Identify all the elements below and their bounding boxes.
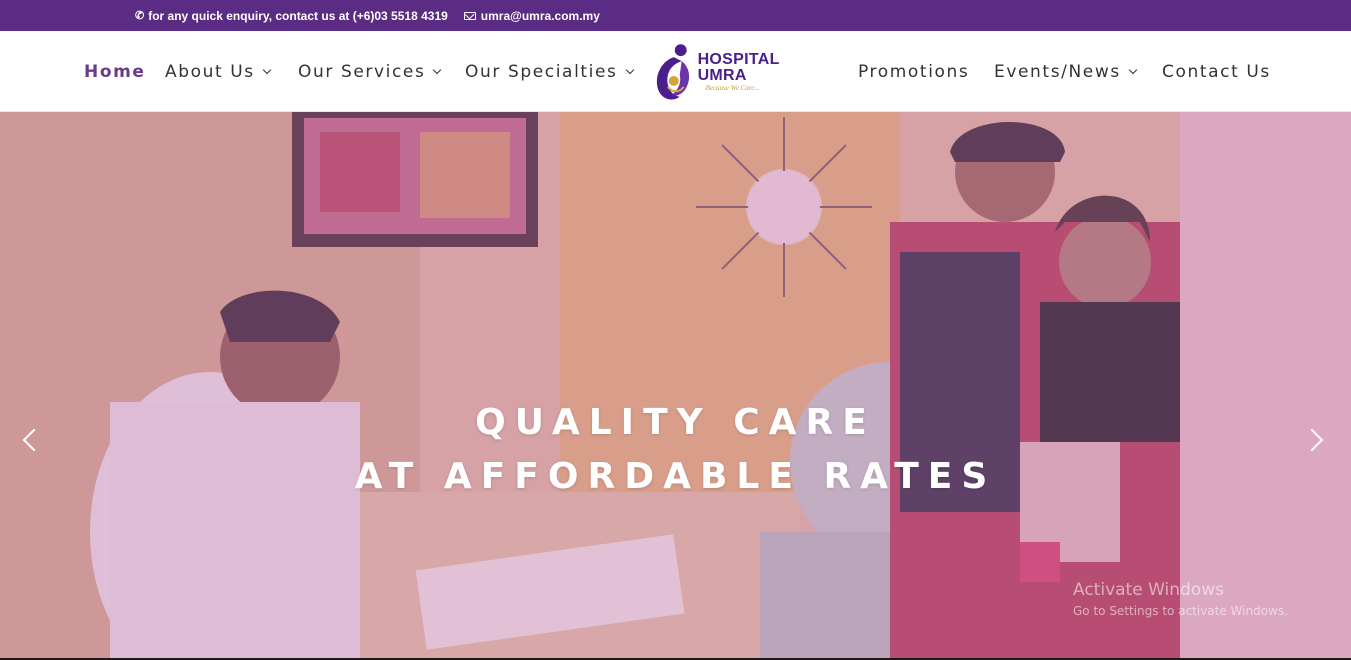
- watermark-line-2: Go to Settings to activate Windows.: [1073, 604, 1288, 618]
- nav-home[interactable]: Home: [84, 31, 146, 112]
- logo-title: HOSPITAL UMRA: [697, 51, 780, 84]
- nav-about-us[interactable]: About Us: [165, 31, 272, 112]
- envelope-icon: [463, 11, 476, 20]
- logo-tagline: Because We Care...: [705, 84, 760, 92]
- phone-text: for any quick enquiry, contact us at (+6…: [148, 8, 448, 23]
- nav-specialties-label: Our Specialties: [465, 61, 618, 82]
- windows-activation-watermark: Activate Windows Go to Settings to activ…: [1073, 580, 1288, 618]
- nav-events-news[interactable]: Events/News: [994, 31, 1138, 112]
- chevron-down-icon: [1128, 65, 1138, 74]
- chevron-down-icon: [262, 65, 272, 74]
- slider-next-arrow-icon[interactable]: [1300, 428, 1324, 452]
- phone-contact[interactable]: ✆ for any quick enquiry, contact us at (…: [135, 9, 448, 23]
- slider-prev-arrow-icon[interactable]: [22, 428, 46, 452]
- chevron-down-icon: [625, 65, 634, 74]
- email-contact[interactable]: umra@umra.com.my: [463, 8, 600, 23]
- main-header: Home About Us Our Services Our Specialti…: [0, 31, 1351, 112]
- chevron-down-icon: [433, 65, 442, 74]
- phone-icon: ✆: [135, 10, 145, 22]
- hero-color-overlay: [0, 112, 1351, 658]
- top-contact-bar: ✆ for any quick enquiry, contact us at (…: [0, 0, 1351, 31]
- watermark-line-1: Activate Windows: [1073, 580, 1224, 600]
- nav-promotions[interactable]: Promotions: [858, 31, 969, 112]
- mother-child-logo-icon: [656, 44, 690, 100]
- nav-our-specialties[interactable]: Our Specialties: [465, 31, 634, 112]
- hero-slider: QUALITY CARE AT AFFORDABLE RATES Activat…: [0, 112, 1351, 658]
- nav-home-label: Home: [84, 61, 146, 82]
- nav-about-label: About Us: [165, 61, 255, 82]
- nav-our-services[interactable]: Our Services: [298, 31, 442, 112]
- hero-heading-line-1: QUALITY CARE: [475, 402, 876, 443]
- nav-services-label: Our Services: [298, 61, 426, 82]
- nav-promotions-label: Promotions: [858, 61, 970, 82]
- hospital-logo[interactable]: HOSPITAL UMRA Because We Care...: [652, 41, 832, 103]
- email-text: umra@umra.com.my: [480, 8, 600, 23]
- nav-events-label: Events/News: [994, 61, 1121, 82]
- nav-contact-us[interactable]: Contact Us: [1162, 31, 1271, 112]
- nav-contact-label: Contact Us: [1162, 61, 1271, 82]
- hero-heading-line-2: AT AFFORDABLE RATES: [354, 456, 997, 497]
